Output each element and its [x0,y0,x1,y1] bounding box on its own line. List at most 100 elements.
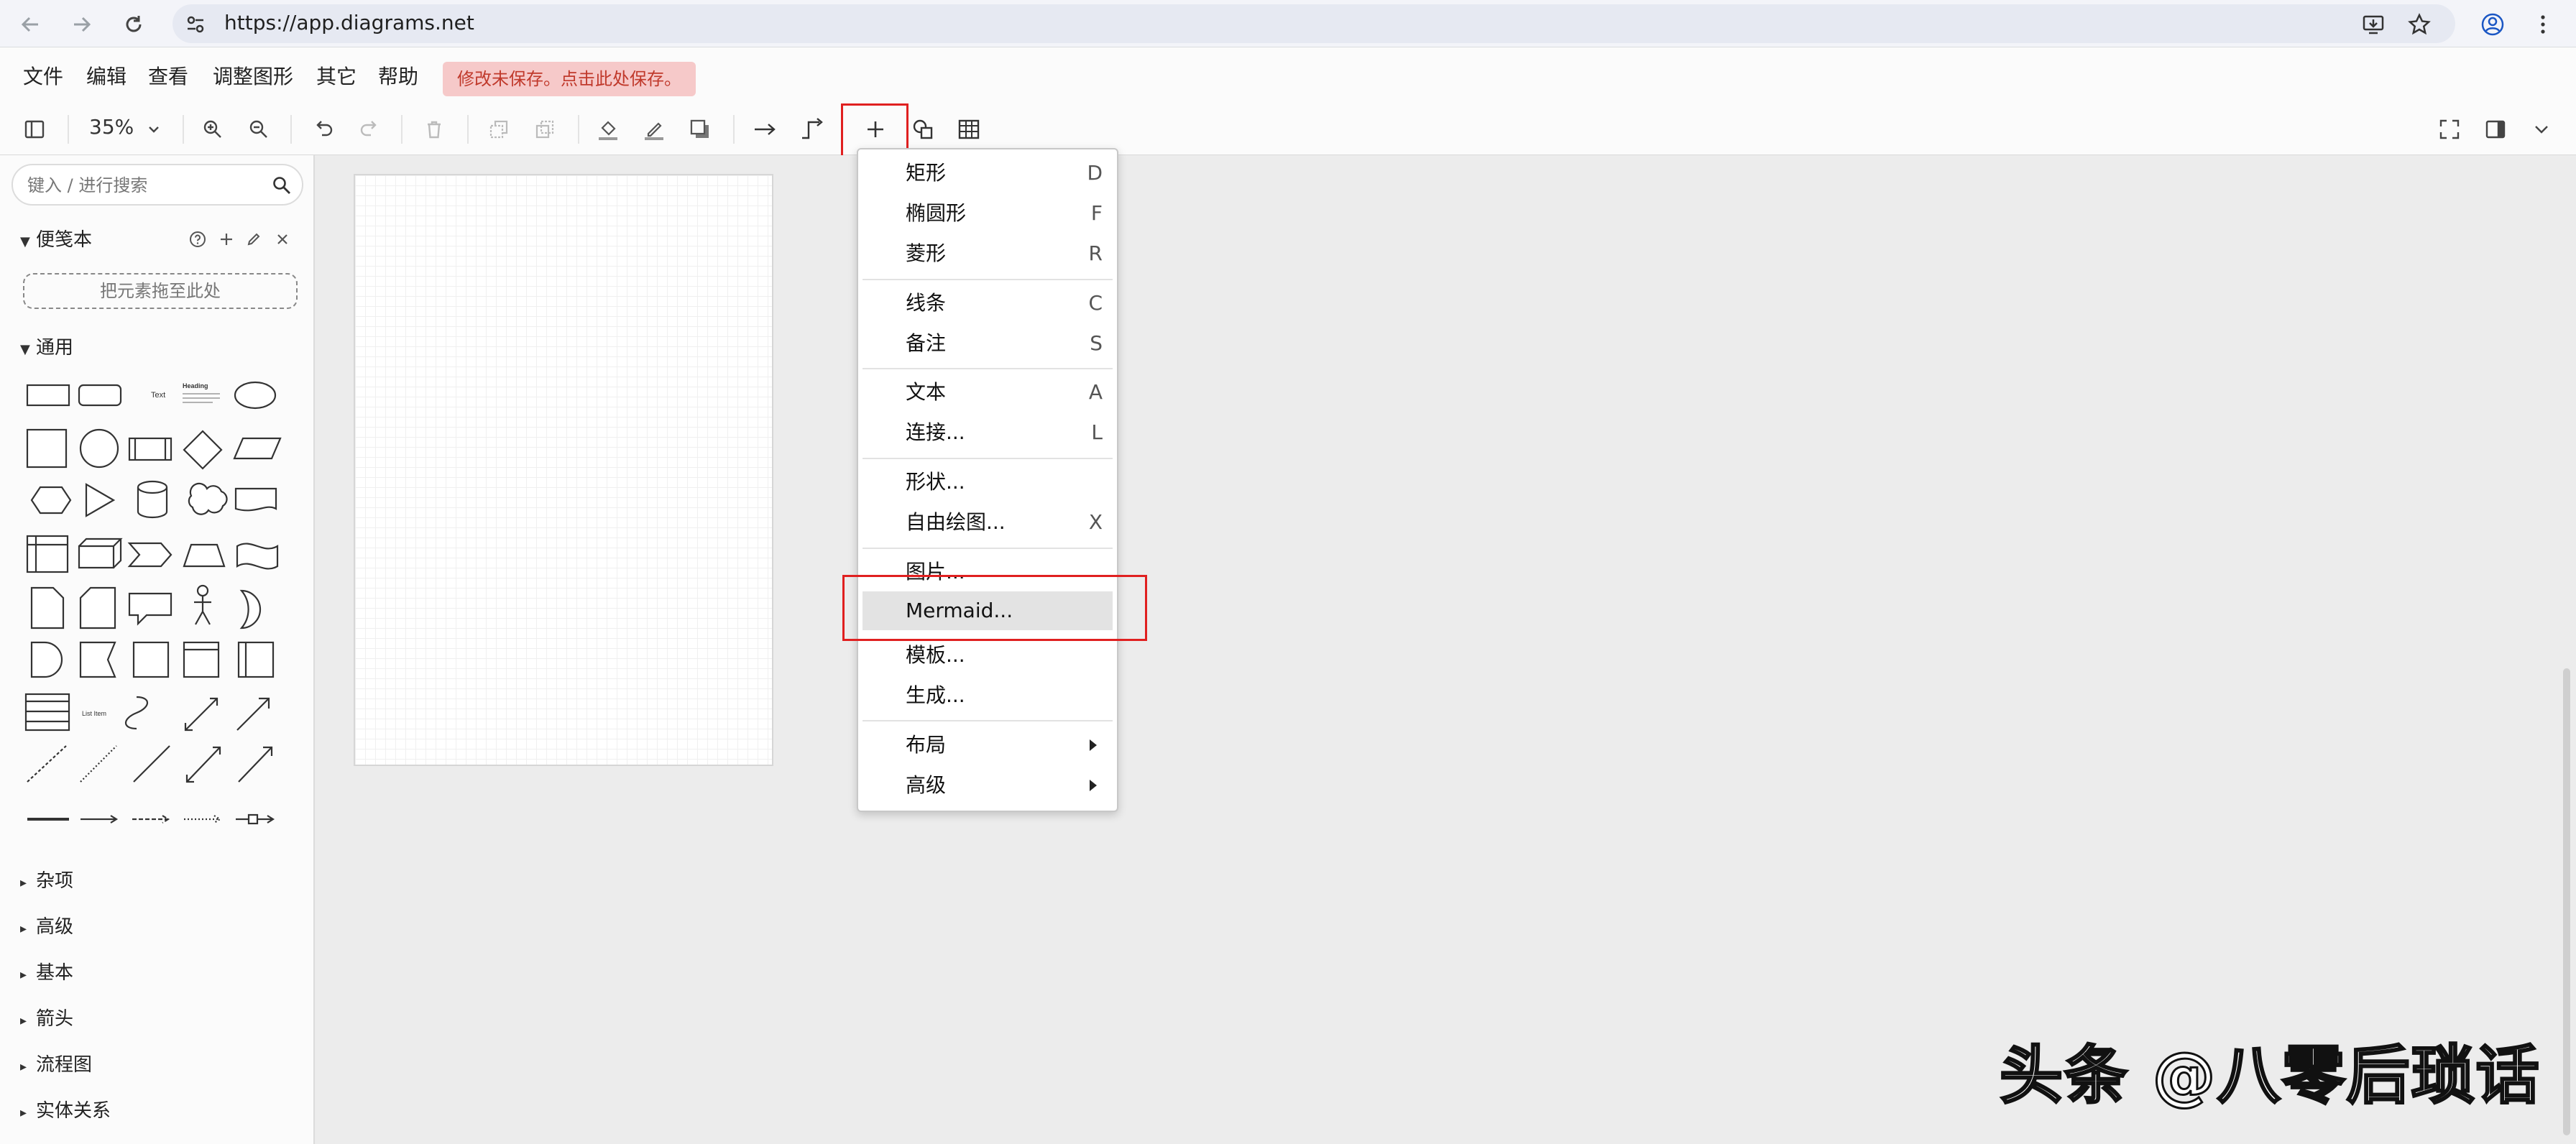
section-basic-header[interactable]: ▸ 基本 [20,961,73,987]
rectangle-shape [26,384,70,407]
section-er-title: 实体关系 [36,1100,111,1122]
app-menubar: 文件 编辑 查看 调整图形 其它 帮助 [0,47,2576,103]
toolbar-divider [578,115,579,144]
general-shapes-palette[interactable]: Text Heading List Item [22,374,295,834]
note-shape [30,586,65,629]
toolbar-divider [401,115,402,144]
redo-icon[interactable] [351,111,388,148]
menu-view[interactable]: 查看 [148,65,188,89]
delete-icon[interactable] [415,111,453,148]
menu-file[interactable]: 文件 [23,65,63,89]
waypoints-orthogonal-icon[interactable] [794,111,831,148]
section-flowchart-header[interactable]: ▸ 流程图 [20,1053,92,1079]
add-icon[interactable] [216,229,237,250]
menu-arrange[interactable]: 调整图形 [213,65,293,89]
to-front-icon[interactable] [480,111,518,148]
install-app-icon[interactable] [2359,10,2388,39]
menu-item-line[interactable]: 线条 C [862,284,1113,323]
internal-storage-shape [26,535,69,573]
menu-item-template[interactable]: 模板... [862,636,1113,675]
zoom-level[interactable]: 35% [89,115,134,139]
url-text[interactable]: https://app.diagrams.net [224,10,474,36]
hexagon-shape [30,486,72,515]
forward-icon[interactable] [68,10,96,39]
menu-item-layout[interactable]: 布局 [862,726,1113,765]
section-er-header[interactable]: ▸ 实体关系 [20,1099,111,1125]
close-icon[interactable] [272,229,293,250]
menu-separator [862,548,1113,549]
search-icon[interactable] [272,175,292,195]
ellipse-shape [234,381,277,410]
browser-menu-icon[interactable] [2529,10,2557,39]
shapes-icon[interactable] [904,111,942,148]
menu-edit[interactable]: 编辑 [86,65,126,89]
section-scratchpad-title: 便笺本 [36,229,93,251]
vertical-scrollbar[interactable] [2563,668,2570,1135]
section-misc-title: 杂项 [36,870,74,892]
unsaved-changes-button[interactable]: 修改未保存。点击此处保存。 [443,62,696,96]
shadow-icon[interactable] [681,111,719,148]
bookmark-star-icon[interactable] [2405,10,2434,39]
format-panel-toggle-icon[interactable] [16,111,53,148]
highlight-box-mermaid [842,575,1147,641]
fill-color-icon[interactable] [589,111,627,148]
rounded-rectangle-shape [78,384,122,407]
connection-straight-icon[interactable] [746,111,783,148]
menu-help[interactable]: 帮助 [378,65,418,89]
collapse-toolbar-chevron-icon[interactable] [2523,111,2560,148]
help-circle-icon[interactable] [187,229,208,250]
menu-item-ellipse[interactable]: 椭圆形 F [862,194,1113,233]
square-shape [26,428,68,469]
bidirectional-arrow-shape [184,697,218,732]
menu-item-rectangle[interactable]: 矩形 D [862,154,1113,193]
menu-item-link[interactable]: 连接... L [862,413,1113,452]
collapsed-triangle-icon: ▸ [20,967,27,982]
table-icon[interactable] [950,111,988,148]
section-misc-header[interactable]: ▸ 杂项 [20,869,73,895]
reload-icon[interactable] [119,10,148,39]
dotted-connector-shape [184,815,222,824]
section-advanced-title: 高级 [36,916,74,938]
menu-extras[interactable]: 其它 [316,65,356,89]
format-panel-icon[interactable] [2477,111,2514,148]
menu-item-note[interactable]: 备注 S [862,324,1113,363]
toolbar-divider [467,115,469,144]
site-settings-icon[interactable] [181,10,210,39]
tape-shape [236,543,279,570]
to-back-icon[interactable] [526,111,564,148]
menu-separator [862,368,1113,369]
section-general-header[interactable]: ▼ 通用 [20,336,73,361]
expanded-triangle-icon: ▼ [20,234,30,249]
menu-item-shapes[interactable]: 形状... [862,463,1113,502]
menu-item-freehand[interactable]: 自由绘图... X [862,503,1113,542]
section-arrows-header[interactable]: ▸ 箭头 [20,1007,73,1033]
triangle-shape [85,483,116,517]
section-scratchpad-header[interactable]: ▼ 便笺本 [20,229,92,254]
menu-item-rhombus[interactable]: 菱形 R [862,234,1113,273]
toolbar-divider [183,115,184,144]
address-bar[interactable] [172,4,2455,43]
dashed-connector-shape [132,815,170,824]
zoom-dropdown-chevron-icon[interactable] [135,111,172,148]
diagram-page[interactable] [354,174,773,766]
line-color-icon[interactable] [635,111,673,148]
menu-item-advanced[interactable]: 高级 [862,766,1113,805]
scratchpad-drop-zone[interactable]: 把元素拖至此处 [23,273,298,309]
zoom-out-icon[interactable] [240,111,277,148]
section-advanced-header[interactable]: ▸ 高级 [20,915,73,941]
undo-icon[interactable] [305,111,342,148]
bidirectional-connector-shape [185,746,221,783]
back-icon[interactable] [16,10,45,39]
fullscreen-icon[interactable] [2431,111,2468,148]
circle-shape [79,428,119,469]
shape-search-input[interactable] [27,174,257,197]
profile-icon[interactable] [2478,10,2507,39]
cube-shape [78,538,123,569]
menu-item-text[interactable]: 文本 A [862,373,1113,412]
collapsed-triangle-icon: ▸ [20,1013,27,1028]
cloud-shape [188,482,228,515]
collapsed-triangle-icon: ▸ [20,1105,27,1120]
zoom-in-icon[interactable] [194,111,231,148]
menu-item-generate[interactable]: 生成... [862,676,1113,715]
edit-pencil-icon[interactable] [243,229,264,250]
